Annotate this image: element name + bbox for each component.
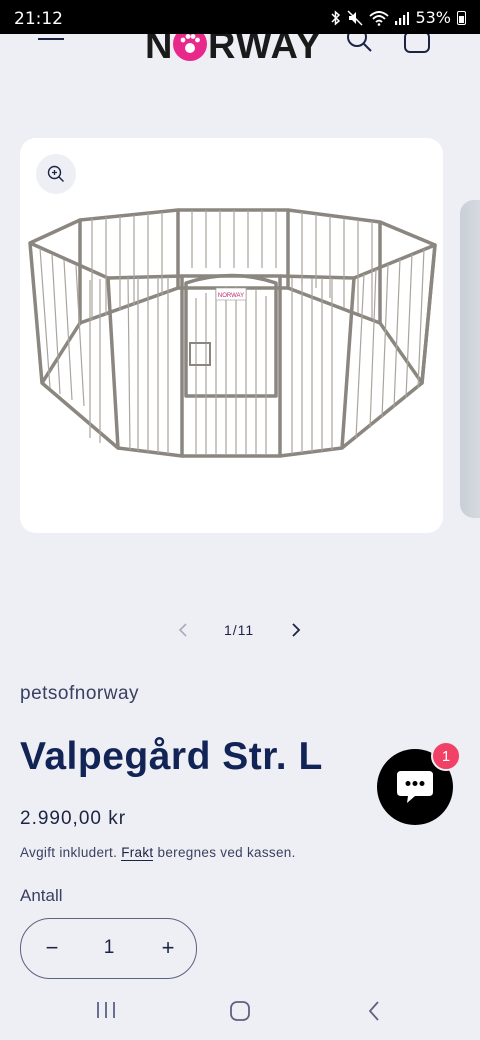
image-brand-label: NORWAY bbox=[218, 293, 244, 299]
next-image-preview[interactable] bbox=[460, 200, 480, 518]
mute-icon bbox=[347, 9, 363, 26]
search-icon[interactable] bbox=[346, 34, 374, 54]
product-image[interactable]: NORWAY bbox=[20, 138, 443, 533]
zoom-button[interactable] bbox=[36, 154, 76, 194]
quantity-stepper: − 1 + bbox=[20, 918, 197, 979]
chat-unread-badge: 1 bbox=[431, 741, 461, 771]
status-icons: 53% bbox=[330, 8, 466, 27]
quantity-label: Antall bbox=[20, 886, 63, 905]
shipping-suffix-text: beregnes ved kassen. bbox=[157, 845, 296, 860]
battery-percent: 53% bbox=[415, 8, 451, 27]
quantity-decrease-button[interactable]: − bbox=[37, 933, 67, 963]
gate-latch bbox=[189, 342, 211, 366]
product-vendor: petsofnorway bbox=[20, 683, 140, 704]
brand-logo[interactable]: N RWAY bbox=[145, 34, 320, 62]
system-nav-bar bbox=[0, 985, 480, 1040]
chevron-left-icon[interactable] bbox=[176, 622, 190, 638]
shipping-link[interactable]: Frakt bbox=[121, 845, 154, 861]
product-title: Valpegård Str. L bbox=[20, 735, 323, 778]
menu-icon[interactable] bbox=[38, 34, 64, 40]
back-icon[interactable] bbox=[366, 1000, 382, 1022]
bluetooth-icon bbox=[331, 9, 341, 26]
logo-letter-n: N bbox=[145, 34, 173, 62]
product-gallery[interactable]: NORWAY bbox=[20, 138, 443, 533]
zoom-in-icon bbox=[47, 165, 64, 182]
wifi-icon bbox=[369, 10, 390, 26]
chat-bubble-icon bbox=[397, 771, 433, 803]
chevron-right-icon[interactable] bbox=[289, 622, 303, 638]
quantity-increase-button[interactable]: + bbox=[153, 933, 183, 963]
status-bar: 21:12 53% bbox=[0, 0, 480, 34]
status-time: 21:12 bbox=[14, 9, 63, 29]
gallery-slider-nav: 1/11 bbox=[0, 616, 480, 644]
cart-icon[interactable] bbox=[402, 34, 432, 54]
tax-included-text: Avgift inkludert. bbox=[20, 845, 118, 860]
site-header: N RWAY bbox=[0, 34, 480, 64]
recent-apps-icon[interactable] bbox=[95, 1000, 117, 1020]
tax-note: Avgift inkludert. Frakt beregnes ved kas… bbox=[20, 845, 296, 861]
quantity-input[interactable]: 1 bbox=[91, 937, 127, 959]
signal-icon bbox=[395, 11, 410, 25]
slide-counter: 1/11 bbox=[224, 622, 255, 638]
home-icon[interactable] bbox=[229, 1000, 251, 1022]
logo-letters-rway: RWAY bbox=[208, 34, 320, 62]
product-price: 2.990,00 kr bbox=[20, 808, 127, 829]
battery-icon bbox=[457, 10, 466, 25]
